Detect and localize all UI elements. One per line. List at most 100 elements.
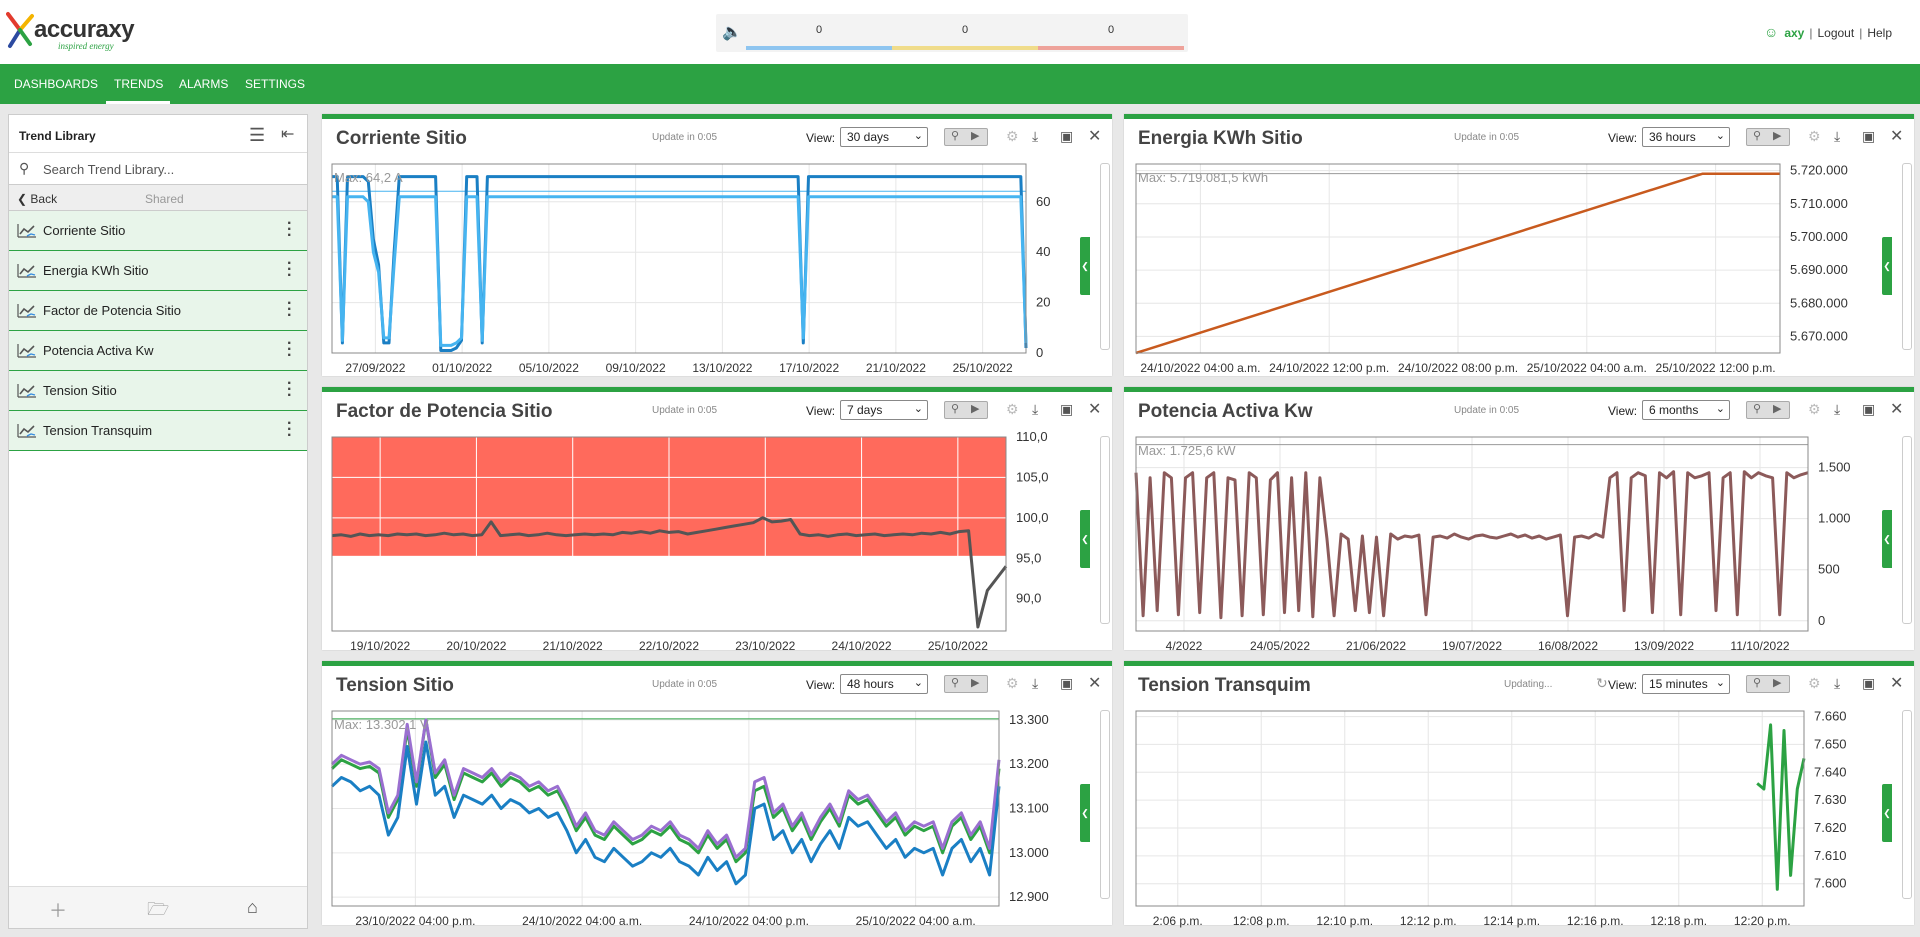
x-tick-label: 13/09/2022 — [1634, 639, 1694, 653]
more-options-icon[interactable]: · · · — [287, 296, 292, 324]
close-icon[interactable]: ✕ — [1088, 126, 1101, 146]
x-tick-label: 21/10/2022 — [543, 639, 603, 653]
nav-alarms[interactable]: ALARMS — [179, 77, 228, 91]
back-button[interactable]: ❮ Back — [17, 192, 57, 206]
trend-chart-icon — [17, 344, 36, 358]
trend-chart[interactable]: 90,0 95,0 100,0 105,0 110,0 19/10/2022 20/10/2… — [322, 392, 1082, 655]
trend-chart[interactable]: 7.600 7.610 7.620 7.630 7.640 7.650 7.660 2:06 … — [1124, 666, 1884, 930]
trend-list-item[interactable]: Factor de Potencia Sitio · · · — [9, 291, 307, 331]
y-tick-label: 7.610 — [1814, 848, 1847, 863]
search-box: ⚲ — [9, 153, 307, 185]
alarm-count-low[interactable]: 0 — [746, 24, 892, 36]
y-tick-label: 1.000 — [1818, 511, 1851, 526]
x-tick-label: 01/10/2022 — [432, 361, 492, 375]
logo-mark — [6, 12, 34, 48]
sidebar-back-row: ❮ Back Shared — [9, 185, 307, 211]
alarm-count-medium[interactable]: 0 — [892, 24, 1038, 36]
nav-trends[interactable]: TRENDS — [114, 77, 163, 91]
x-tick-label: 4/2022 — [1166, 639, 1203, 653]
alarm-summary[interactable]: 🔈 0 0 0 — [716, 14, 1188, 52]
trend-chart[interactable]: 0 20 40 60 27/09/2022 01/10/2022 05/10/2022 09/… — [322, 119, 1082, 381]
y-tick-label: 7.650 — [1814, 736, 1847, 751]
x-tick-label: 16/08/2022 — [1538, 639, 1598, 653]
more-options-icon[interactable]: · · · — [287, 216, 292, 244]
trend-list-item[interactable]: Energia KWh Sitio · · · — [9, 251, 307, 291]
x-tick-label: 12:18 p.m. — [1650, 914, 1707, 928]
x-tick-label: 24/10/2022 04:00 a.m. — [1140, 361, 1260, 375]
trend-panel: Potencia Activa Kw Update in 0:05 View: 6 m… — [1124, 387, 1914, 653]
close-icon[interactable]: ✕ — [1890, 673, 1903, 693]
logout-link[interactable]: Logout — [1817, 26, 1854, 40]
add-folder-icon[interactable]: 🗁 — [147, 897, 169, 927]
alarm-count-high[interactable]: 0 — [1038, 24, 1184, 36]
nav-settings[interactable]: SETTINGS — [245, 77, 305, 91]
panel-side-frame — [1902, 436, 1912, 624]
x-tick-label: 25/10/2022 04:00 a.m. — [1527, 361, 1647, 375]
x-tick-label: 12:08 p.m. — [1233, 914, 1290, 928]
hamburger-menu-icon[interactable]: ☰ — [249, 125, 265, 146]
panel-side-frame — [1902, 163, 1912, 350]
trend-chart-icon — [17, 264, 36, 278]
y-tick-label: 95,0 — [1016, 550, 1041, 565]
close-icon[interactable]: ✕ — [1890, 399, 1903, 419]
trend-list-item[interactable]: Tension Sitio · · · — [9, 371, 307, 411]
close-icon[interactable]: ✕ — [1088, 673, 1101, 693]
close-icon[interactable]: ✕ — [1088, 399, 1101, 419]
add-icon[interactable]: ＋ — [49, 897, 67, 923]
max-annotation: Max: 1.725,6 kW — [1138, 443, 1236, 458]
y-tick-label: 105,0 — [1016, 469, 1049, 484]
x-tick-label: 11/10/2022 — [1730, 639, 1789, 653]
y-tick-label: 7.620 — [1814, 820, 1847, 835]
nav-dashboards[interactable]: DASHBOARDS — [14, 77, 98, 91]
trend-list-item-label: Tension Transquim — [43, 423, 153, 438]
x-tick-label: 2:06 p.m. — [1153, 914, 1203, 928]
y-tick-label: 13.100 — [1009, 801, 1049, 816]
nav-active-indicator — [106, 101, 170, 104]
trend-list-item-label: Factor de Potencia Sitio — [43, 303, 182, 318]
trend-panel: Factor de Potencia Sitio Update in 0:05 Vi… — [322, 387, 1112, 653]
panel-side-frame — [1100, 436, 1110, 624]
series-line — [330, 718, 1001, 859]
trend-panel: Corriente Sitio Update in 0:05 View: 30 day… — [322, 114, 1112, 376]
trend-chart[interactable]: 0 500 1.000 1.500 4/2022 24/05/2022 21/06/2022… — [1124, 392, 1884, 655]
trend-list-item-label: Tension Sitio — [43, 383, 117, 398]
y-tick-label: 13.200 — [1009, 756, 1049, 771]
x-tick-label: 25/10/2022 12:00 p.m. — [1656, 361, 1776, 375]
trend-chart[interactable]: 5.670.000 5.680.000 5.690.000 5.700.000 5.71… — [1124, 119, 1884, 381]
trend-panel: Tension Sitio Update in 0:05 View: 48 hours… — [322, 661, 1112, 928]
sidebar-header: Trend Library ☰ ⇤ — [9, 115, 307, 153]
x-tick-label: 24/10/2022 04:00 a.m. — [522, 914, 642, 928]
trend-list-item[interactable]: Corriente Sitio · · · — [9, 211, 307, 251]
collapse-sidebar-icon[interactable]: ⇤ — [281, 124, 294, 144]
help-link[interactable]: Help — [1867, 26, 1892, 40]
user-menu: ☺ axy | Logout | Help — [1764, 24, 1892, 40]
x-tick-label: 24/10/2022 04:00 p.m. — [689, 914, 809, 928]
trend-list-item[interactable]: Tension Transquim · · · — [9, 411, 307, 451]
speaker-icon[interactable]: 🔈 — [722, 22, 742, 42]
trend-list-item-label: Corriente Sitio — [43, 223, 126, 238]
shared-label[interactable]: Shared — [145, 192, 184, 206]
trend-list-item-label: Energia KWh Sitio — [43, 263, 149, 278]
logo[interactable]: accuraxy inspired energy — [6, 12, 135, 54]
more-options-icon[interactable]: · · · — [287, 416, 292, 444]
more-options-icon[interactable]: · · · — [287, 256, 292, 284]
more-options-icon[interactable]: · · · — [287, 376, 292, 404]
home-icon[interactable]: ⌂ — [247, 897, 258, 918]
trend-chart[interactable]: 12.900 13.000 13.100 13.200 13.300 23/10/2022… — [322, 666, 1082, 930]
x-tick-label: 25/10/2022 — [928, 639, 988, 653]
trend-list-item[interactable]: Potencia Activa Kw · · · — [9, 331, 307, 371]
x-tick-label: 23/10/2022 — [735, 639, 795, 653]
y-tick-label: 13.000 — [1009, 845, 1049, 860]
trend-chart-icon — [17, 384, 36, 398]
trend-chart-icon — [17, 224, 36, 238]
panel-side-frame — [1100, 163, 1110, 350]
more-options-icon[interactable]: · · · — [287, 336, 292, 364]
user-name[interactable]: axy — [1784, 26, 1804, 40]
trend-panel: Tension Transquim Updating... ↻ View: 15 min… — [1124, 661, 1914, 928]
close-icon[interactable]: ✕ — [1890, 126, 1903, 146]
y-tick-label: 5.720.000 — [1790, 163, 1848, 178]
search-input[interactable] — [43, 158, 293, 180]
series-line — [330, 718, 1001, 864]
panel-side-frame — [1902, 710, 1912, 899]
y-tick-label: 5.670.000 — [1790, 328, 1848, 343]
